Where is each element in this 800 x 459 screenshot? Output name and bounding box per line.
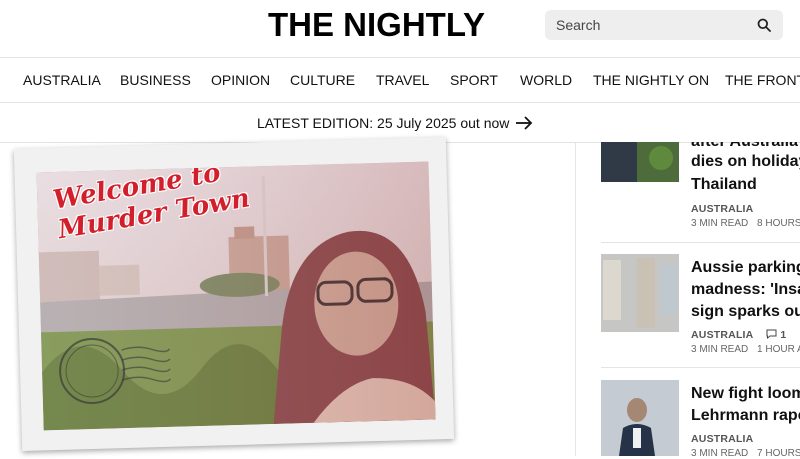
- article-title-line[interactable]: dies on holiday: [691, 150, 800, 174]
- latest-edition-text[interactable]: LATEST EDITION: 25 July 2025 out now: [257, 115, 509, 131]
- nav-item-the-nightly-on[interactable]: THE NIGHTLY ON: [593, 72, 709, 88]
- hero-photo: Welcome to Murder Town: [36, 161, 436, 431]
- site-header: THE NIGHTLY: [0, 0, 800, 57]
- article-title-line[interactable]: sign sparks ou: [691, 300, 800, 324]
- nav-item-opinion[interactable]: OPINION: [211, 72, 270, 88]
- postmark-stamp-icon: [59, 337, 171, 404]
- article-title-line[interactable]: Aussie parking: [691, 256, 800, 280]
- article-thumbnail[interactable]: [601, 380, 679, 456]
- article-title-line[interactable]: Thailand: [691, 173, 757, 197]
- article-title-line[interactable]: Lehrmann rape: [691, 404, 800, 428]
- article-card[interactable]: after Australia dies on holiday Thailand…: [601, 130, 800, 240]
- arrow-right-icon[interactable]: [515, 115, 533, 131]
- article-meta: 3 MIN READ 1 HOUR AG: [691, 344, 800, 355]
- comment-count[interactable]: 1: [766, 329, 786, 341]
- article-thumbnail[interactable]: [601, 142, 679, 182]
- read-time: 3 MIN READ: [691, 344, 749, 355]
- nav-item-business[interactable]: BUSINESS: [120, 72, 191, 88]
- article-title-line[interactable]: New fight loom: [691, 382, 800, 406]
- article-card[interactable]: New fight loom Lehrmann rape AUSTRALIA 3…: [601, 380, 800, 459]
- read-time: 3 MIN READ: [691, 218, 749, 229]
- article-meta: 3 MIN READ 8 HOURS A: [691, 218, 800, 229]
- site-logo[interactable]: THE NIGHTLY: [268, 6, 485, 44]
- article-category[interactable]: AUSTRALIA: [691, 433, 753, 445]
- main-nav: AUSTRALIA BUSINESS OPINION CULTURE TRAVE…: [0, 57, 800, 103]
- article-category[interactable]: AUSTRALIA 1: [691, 329, 786, 341]
- nav-item-australia[interactable]: AUSTRALIA: [23, 72, 101, 88]
- article-card[interactable]: Aussie parking madness: 'Insa sign spark…: [601, 254, 800, 364]
- nav-item-the-front[interactable]: THE FRONT: [725, 72, 800, 88]
- read-time: 3 MIN READ: [691, 448, 749, 459]
- comment-count-value: 1: [780, 329, 787, 341]
- nav-item-travel[interactable]: TRAVEL: [376, 72, 429, 88]
- article-category-label[interactable]: AUSTRALIA: [691, 329, 753, 341]
- nav-item-culture[interactable]: CULTURE: [290, 72, 355, 88]
- article-thumbnail[interactable]: [601, 254, 679, 332]
- published-time: 1 HOUR AG: [757, 344, 800, 355]
- article-title-line[interactable]: madness: 'Insa: [691, 278, 800, 302]
- nav-item-world[interactable]: WORLD: [520, 72, 572, 88]
- search-input[interactable]: [556, 10, 746, 40]
- search-box[interactable]: [545, 10, 783, 40]
- nav-item-sport[interactable]: SPORT: [450, 72, 498, 88]
- article-meta: 3 MIN READ 7 HOURS A: [691, 448, 800, 459]
- published-time: 8 HOURS A: [757, 218, 800, 229]
- published-time: 7 HOURS A: [757, 448, 800, 459]
- comment-icon: [766, 329, 777, 340]
- column-divider: [575, 143, 576, 456]
- hero-postcard[interactable]: Welcome to Murder Town: [13, 137, 455, 451]
- article-divider: [601, 242, 800, 243]
- article-category[interactable]: AUSTRALIA: [691, 203, 753, 215]
- search-icon[interactable]: [757, 18, 771, 32]
- article-divider: [601, 367, 800, 368]
